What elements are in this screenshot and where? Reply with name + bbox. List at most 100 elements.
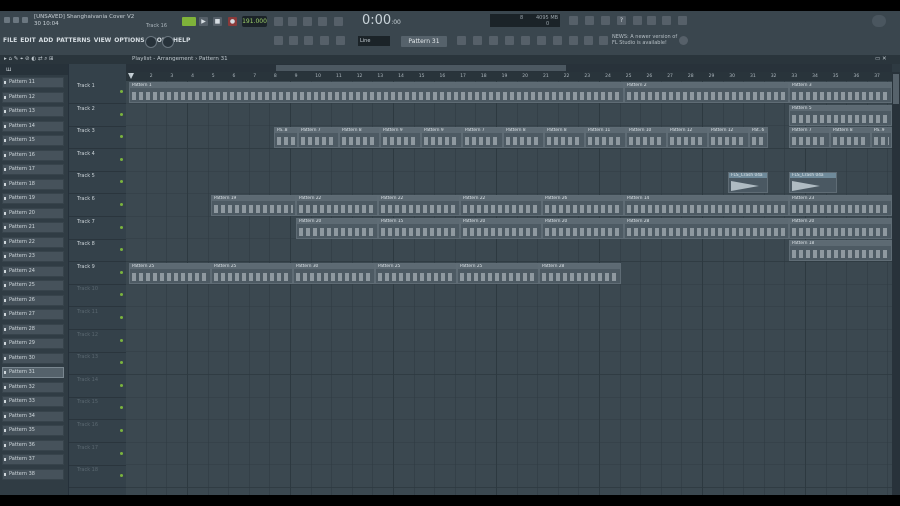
pattern-clip[interactable]: Pattern 25 <box>457 262 539 284</box>
track-header[interactable]: Track 4 <box>69 149 126 172</box>
pattern-item[interactable]: Pattern 30 <box>2 352 64 364</box>
track-mute-led[interactable] <box>120 157 123 161</box>
snap-mode-select[interactable]: Line <box>358 36 390 46</box>
track-header[interactable]: Track 3 <box>69 126 126 150</box>
pattern-item[interactable]: Pattern 18 <box>2 178 64 190</box>
script-icon[interactable] <box>599 36 608 45</box>
pattern-item[interactable]: Pattern 22 <box>2 236 64 248</box>
track-mute-led[interactable] <box>120 383 123 387</box>
touch-keyboard-icon[interactable] <box>569 36 578 45</box>
track-header[interactable]: Track 11 <box>69 307 126 330</box>
pattern-clip[interactable]: Pattern 5 <box>789 104 892 126</box>
vertical-scrollbar[interactable] <box>892 72 900 495</box>
pattern-clip[interactable]: Pattern 1 <box>129 82 624 103</box>
track-header[interactable]: Track 5 <box>69 171 126 195</box>
pattern-clip[interactable]: Pattern 12 <box>667 127 708 149</box>
step-edit-icon[interactable] <box>318 17 327 26</box>
news-panel[interactable]: NEWS: A newer version of FL Studio is av… <box>612 34 677 46</box>
pattern-item[interactable]: Pattern 35 <box>2 425 64 436</box>
track-mute-led[interactable] <box>120 338 123 342</box>
window-controls[interactable]: ▭ ✕ <box>875 55 887 64</box>
track-header[interactable]: Track 17 <box>69 443 126 466</box>
pattern-clip[interactable]: Pattern 9 <box>421 127 462 149</box>
menu-edit[interactable]: EDIT <box>20 37 35 44</box>
link-icon[interactable] <box>320 36 329 45</box>
export-icon[interactable] <box>647 16 656 25</box>
countdown-icon[interactable] <box>303 17 312 26</box>
wait-input-icon[interactable] <box>288 17 297 26</box>
stop-icon[interactable]: ■ <box>213 17 222 26</box>
track-header[interactable]: Track 9 <box>69 262 126 285</box>
track-header[interactable]: Track 13 <box>69 352 126 376</box>
track-header[interactable]: Track 6 <box>69 194 126 217</box>
pattern-item[interactable]: Pattern 23 <box>2 251 64 262</box>
mixer-icon[interactable] <box>505 36 514 45</box>
track-mute-led[interactable] <box>120 248 123 252</box>
pattern-clip[interactable]: Pattern 25 <box>211 262 293 284</box>
pattern-clip[interactable]: Pattern 7 <box>298 127 339 149</box>
vertical-scrollbar-thumb[interactable] <box>893 74 899 104</box>
pattern-item[interactable]: Pattern 19 <box>2 193 64 204</box>
track-mute-led[interactable] <box>120 316 123 319</box>
pattern-item[interactable]: Pattern 34 <box>2 410 64 422</box>
power-icon[interactable] <box>569 16 578 25</box>
pattern-clip[interactable]: Pattern 8 <box>339 127 380 149</box>
audio-clip[interactable]: FLS_Crash 04a <box>789 172 837 194</box>
pattern-clip[interactable]: Pattern 11 <box>585 127 626 149</box>
browser-icon[interactable] <box>537 36 546 45</box>
pattern-item[interactable]: Pattern 25 <box>2 280 64 291</box>
pattern-selector[interactable]: Pattern 31 <box>401 36 447 47</box>
track-mute-led[interactable] <box>120 474 123 478</box>
pattern-clip[interactable]: Pattern 20 <box>542 217 624 239</box>
track-mute-led[interactable] <box>120 135 123 139</box>
track-mute-led[interactable] <box>120 361 123 365</box>
pattern-clip[interactable]: Pattern 8 <box>544 127 585 149</box>
arrangement-grid[interactable]: Pattern 1 Pattern 2 Pattern 3 Pattern 5 Pa..… <box>126 81 892 495</box>
track-header[interactable]: Track 10 <box>69 284 126 308</box>
pattern-clip[interactable]: Pattern 28 <box>539 262 621 284</box>
project-browser-icon[interactable] <box>584 36 593 45</box>
track-header[interactable]: Track 16 <box>69 420 126 443</box>
chat-icon[interactable] <box>662 16 671 25</box>
pattern-clip[interactable]: Pattern 22 <box>378 195 460 216</box>
pattern-item[interactable]: Pattern 36 <box>2 439 64 451</box>
download-icon[interactable] <box>678 16 687 25</box>
pattern-clip[interactable]: Pattern 8 <box>503 127 544 149</box>
track-header[interactable]: Track 15 <box>69 397 126 421</box>
track-header[interactable]: Track 12 <box>69 330 126 353</box>
menu-help[interactable]: HELP <box>173 37 190 44</box>
menu-file[interactable]: FILE <box>3 37 17 44</box>
picker-toolbar[interactable]: ш <box>0 64 68 75</box>
pattern-song-toggle[interactable] <box>182 17 196 26</box>
pattern-clip[interactable]: Pattern 25 <box>375 262 457 284</box>
pattern-clip[interactable]: Pattern 20 <box>789 217 892 239</box>
track-mute-led[interactable] <box>120 225 123 229</box>
timeline-ruler[interactable]: 1 2 3 4 5 6 7 8 9 10 11 12 13 14 15 16 17 18 19 20 21 22 23 24 2… <box>126 72 892 81</box>
pattern-clip[interactable]: Pattern 22 <box>296 195 378 216</box>
track-mute-led[interactable] <box>120 203 123 206</box>
track-header[interactable]: Track 14 <box>69 375 126 398</box>
plugin-picker-icon[interactable] <box>553 36 562 45</box>
track-header[interactable]: Track 7 <box>69 217 126 240</box>
pattern-item[interactable]: Pattern 29 <box>2 338 64 349</box>
snap-icon[interactable] <box>274 36 283 45</box>
pattern-clip[interactable]: Pattern 3 <box>789 82 892 103</box>
play-icon[interactable]: ▶ <box>199 17 208 26</box>
news-icon[interactable] <box>679 36 688 45</box>
piano-roll-icon[interactable] <box>473 36 482 45</box>
master-pitch-knob[interactable] <box>162 36 174 48</box>
audio-clip[interactable]: FLS_Crash 04a <box>728 172 768 194</box>
minimize-icon[interactable] <box>13 17 19 23</box>
stamp-icon[interactable] <box>336 36 345 45</box>
pattern-item[interactable]: Pattern 37 <box>2 454 64 465</box>
pattern-item[interactable]: Pattern 33 <box>2 396 64 407</box>
horizontal-scrollbar[interactable] <box>126 64 892 72</box>
track-mute-led[interactable] <box>120 429 123 432</box>
pencil-icon[interactable] <box>304 36 313 45</box>
tempo-display[interactable]: 191.000 <box>242 16 267 27</box>
pattern-item[interactable]: Pattern 24 <box>2 265 64 277</box>
pattern-item[interactable]: Pattern 12 <box>2 91 64 103</box>
pattern-clip[interactable]: Pattern 18 <box>789 240 892 262</box>
close-icon[interactable] <box>22 17 28 23</box>
pattern-clip[interactable]: Pattern 2 <box>624 82 789 103</box>
